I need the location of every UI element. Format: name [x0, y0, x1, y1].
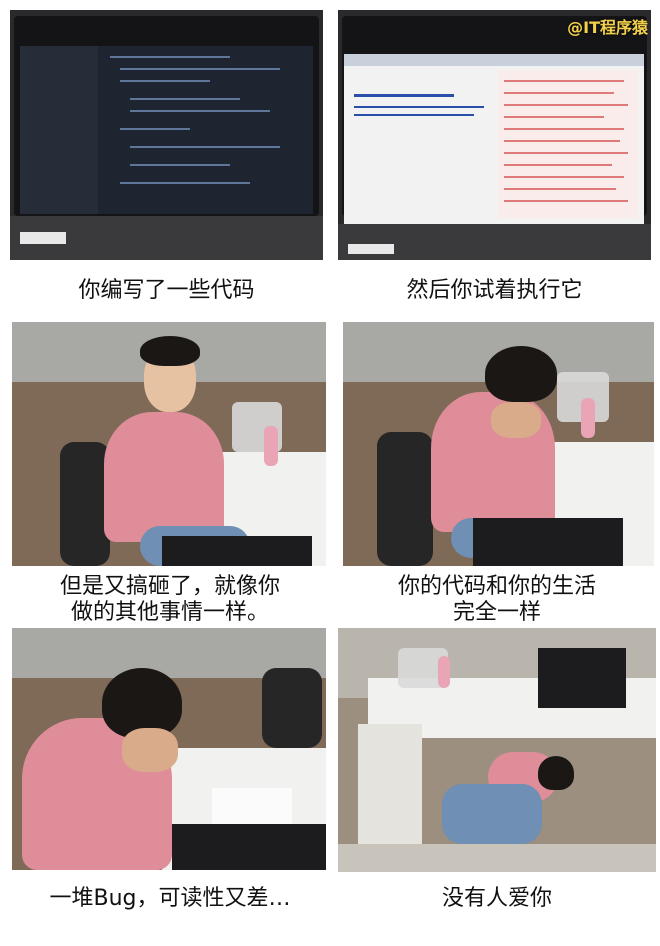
caption-3-line-2: 做的其他事情一样。 — [70, 600, 269, 625]
code-line — [120, 182, 250, 184]
browser-toolbar — [344, 54, 644, 66]
code-line — [130, 110, 270, 112]
drawer-cabinet — [358, 724, 422, 844]
hair — [140, 336, 200, 366]
photo-man-sitting — [12, 322, 326, 566]
browser-screen — [344, 54, 644, 224]
code-line — [130, 98, 240, 100]
pink-bottle — [264, 426, 278, 466]
caption-5: 一堆Bug，可读性又差… — [49, 886, 291, 911]
office-chair — [262, 668, 322, 748]
error-line — [504, 176, 624, 178]
floor — [338, 844, 656, 872]
page-link-row — [354, 106, 484, 108]
code-editor-screen — [20, 46, 313, 214]
laptop-sticker — [20, 232, 66, 244]
office-chair — [377, 432, 433, 566]
photo-laptop-code — [10, 10, 323, 260]
page-link-row — [354, 114, 474, 116]
laptop-open — [538, 648, 626, 708]
caption-3-line-1: 但是又搞砸了，就像你 — [59, 574, 280, 599]
photo-man-under-desk — [338, 628, 656, 872]
laptop-back — [172, 824, 326, 870]
caption-4-line-2: 完全一样 — [452, 600, 541, 625]
code-line — [120, 80, 210, 82]
error-line — [504, 104, 628, 106]
caption-2: 然后你试着执行它 — [406, 278, 583, 303]
file-tree-panel — [20, 46, 98, 214]
laptop-sticker — [348, 244, 394, 254]
error-line — [504, 92, 614, 94]
paper-sheet — [212, 788, 292, 828]
jeans — [442, 784, 542, 844]
laptop-base — [338, 224, 651, 260]
caption-1: 你编写了一些代码 — [78, 278, 255, 303]
watermark: @IT程序猿 — [567, 18, 648, 37]
caption-6: 没有人爱你 — [441, 886, 552, 911]
photo-laptop-browser — [338, 10, 651, 260]
error-line — [504, 80, 624, 82]
photo-man-closeup-facepalm — [12, 628, 326, 870]
hair — [538, 756, 574, 790]
code-line — [120, 68, 280, 70]
hair — [485, 346, 557, 402]
laptop-back — [162, 536, 312, 566]
pink-bottle — [438, 656, 450, 688]
code-line — [130, 164, 230, 166]
error-line — [504, 152, 628, 154]
error-line — [504, 116, 604, 118]
pink-bottle — [581, 398, 595, 438]
console-output — [498, 70, 638, 218]
error-line — [504, 128, 624, 130]
error-line — [504, 140, 620, 142]
code-line — [130, 146, 280, 148]
caption-4-line-1: 你的代码和你的生活 — [397, 574, 596, 599]
error-line — [504, 164, 612, 166]
hands-on-face — [491, 402, 541, 438]
error-line — [504, 200, 628, 202]
code-line — [110, 56, 230, 58]
laptop-back — [473, 518, 623, 566]
error-line — [504, 188, 616, 190]
office-chair — [60, 442, 110, 566]
hands-on-face — [122, 728, 178, 772]
photo-man-facepalm — [343, 322, 654, 566]
code-line — [120, 128, 190, 130]
pink-shirt — [104, 412, 224, 542]
page-heading — [354, 94, 454, 97]
